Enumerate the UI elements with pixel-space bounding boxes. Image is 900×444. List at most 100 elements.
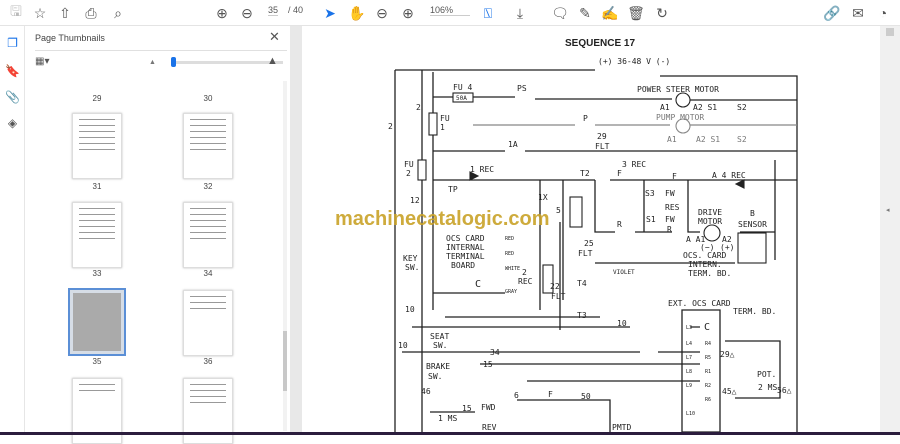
bookmark-icon[interactable]: 🔖 (4, 64, 21, 81)
select-cursor-icon[interactable]: ➤ (320, 3, 340, 23)
thumbnail-page-36[interactable] (183, 290, 233, 356)
print-icon[interactable]: ⎙ (81, 3, 101, 23)
label: F (548, 390, 553, 399)
upload-cloud-icon[interactable]: ⇧ (55, 3, 75, 23)
label: PUMP MOTOR (656, 113, 704, 122)
divider (35, 50, 287, 51)
label: 1 (440, 123, 445, 132)
label: 10 (405, 305, 415, 314)
scroll-thumb[interactable] (886, 28, 894, 36)
label: A1 (660, 103, 670, 112)
document-scrollbar[interactable]: ◂ (880, 26, 900, 435)
label: VIOLET (613, 269, 635, 276)
drive-motor (703, 224, 721, 242)
email-icon[interactable]: ✉ (848, 3, 868, 23)
thumbnail-label: 30 (203, 94, 213, 103)
label: POWER STEER MOTOR (637, 85, 719, 94)
label: POT. (757, 370, 776, 379)
account-icon[interactable]: ◔ (873, 3, 893, 23)
label: (−) (700, 243, 714, 252)
label: L3 (686, 325, 692, 331)
delete-icon[interactable]: 🗑 (626, 3, 646, 23)
zoom-in-icon[interactable]: ⊕ (398, 3, 418, 23)
page-thumbnails-icon[interactable]: ❐ (4, 36, 21, 53)
label: INTERN. (688, 260, 722, 269)
label: TP (448, 185, 458, 194)
label: 15 (483, 360, 493, 369)
panel-scrollbar[interactable] (283, 81, 287, 431)
thumbnail-label: 29 (92, 94, 102, 103)
save-icon[interactable]: 🖫 (6, 3, 26, 23)
label: R6 (705, 397, 711, 403)
label: FLT (595, 142, 610, 151)
label: FU (440, 114, 450, 123)
label: EXT. OCS CARD (668, 299, 731, 308)
collapse-arrow-icon[interactable]: ◂ (886, 206, 890, 214)
thumbnails-panel: Page Thumbnails ✕ ▦▾ ▲ ▲ 29 30 31 32 33 … (25, 26, 290, 444)
label: 56△ (777, 386, 792, 395)
page-up-icon[interactable]: ⊕ (212, 3, 232, 23)
label: 2 (522, 268, 527, 277)
label: SENSOR (738, 220, 767, 229)
close-panel-icon[interactable]: ✕ (269, 29, 280, 45)
thumbnail-label: 35 (92, 357, 102, 366)
label: 2 MS (758, 383, 777, 392)
thumbnail-page-35-selected[interactable] (68, 288, 126, 356)
label: C (704, 322, 710, 333)
label: FU 4 (453, 83, 472, 92)
label: FWD (481, 403, 496, 412)
label: L10 (686, 411, 695, 417)
page-total: / 40 (288, 5, 304, 15)
panel-splitter[interactable] (290, 26, 302, 435)
share-link-icon[interactable]: 🔗 (822, 3, 842, 23)
label: T3 (577, 311, 587, 320)
label: TERM. BD. (688, 269, 731, 278)
label: KEY (403, 254, 418, 263)
page-number-input[interactable]: 35 (268, 5, 279, 16)
fit-page-icon[interactable]: ⍂ (478, 3, 498, 23)
scroll-mode-icon[interactable]: ⤓ (510, 3, 530, 23)
label: 50 (581, 392, 591, 401)
label: 10 (617, 319, 627, 328)
thumbnail-page-34[interactable] (183, 202, 233, 268)
label: L4 (686, 341, 692, 347)
thumbnail-page-33[interactable] (72, 202, 122, 268)
label: RED (505, 251, 514, 257)
label: MOTOR (698, 217, 722, 226)
star-icon[interactable]: ☆ (30, 3, 50, 23)
rotate-icon[interactable]: ↻ (652, 3, 672, 23)
zoom-select[interactable]: 106% (430, 5, 470, 16)
label: REV (482, 423, 497, 432)
thumbnail-label: 33 (92, 269, 102, 278)
attachment-icon[interactable]: 📎 (4, 90, 21, 107)
comment-icon[interactable]: 🗨 (550, 3, 570, 23)
label: OCS. CARD (683, 251, 727, 260)
thumbnail-label: 34 (203, 269, 213, 278)
page-down-icon[interactable]: ⊖ (237, 3, 257, 23)
label: RED (505, 236, 514, 242)
label: FLT (578, 249, 593, 258)
sign-icon[interactable]: ✍ (600, 3, 620, 23)
hand-tool-icon[interactable]: ✋ (347, 3, 367, 23)
label: GRAY (505, 289, 517, 295)
thumbnail-page-32[interactable] (183, 113, 233, 179)
label: C (475, 279, 481, 290)
thumbnail-label: 36 (203, 357, 213, 366)
search-icon[interactable]: ⌕ (108, 3, 128, 23)
fuse-fu2 (417, 159, 427, 181)
thumbnail-options-icon[interactable]: ▦▾ (35, 56, 49, 67)
slider-handle[interactable] (171, 57, 176, 67)
zoom-out-icon[interactable]: ⊖ (372, 3, 392, 23)
diode-4-rec (734, 179, 745, 189)
label: FU (404, 160, 414, 169)
label: 10 (398, 341, 408, 350)
layers-icon[interactable]: ◈ (4, 116, 21, 133)
thumbnail-page-31[interactable] (72, 113, 122, 179)
label: BRAKE (426, 362, 450, 371)
label: L8 (686, 369, 692, 375)
panel-title: Page Thumbnails (35, 33, 105, 43)
label: RES (665, 203, 680, 212)
highlight-pen-icon[interactable]: ✎ (575, 3, 595, 23)
power-steer-motor (675, 92, 691, 108)
thumbnail-label: 32 (203, 182, 213, 191)
